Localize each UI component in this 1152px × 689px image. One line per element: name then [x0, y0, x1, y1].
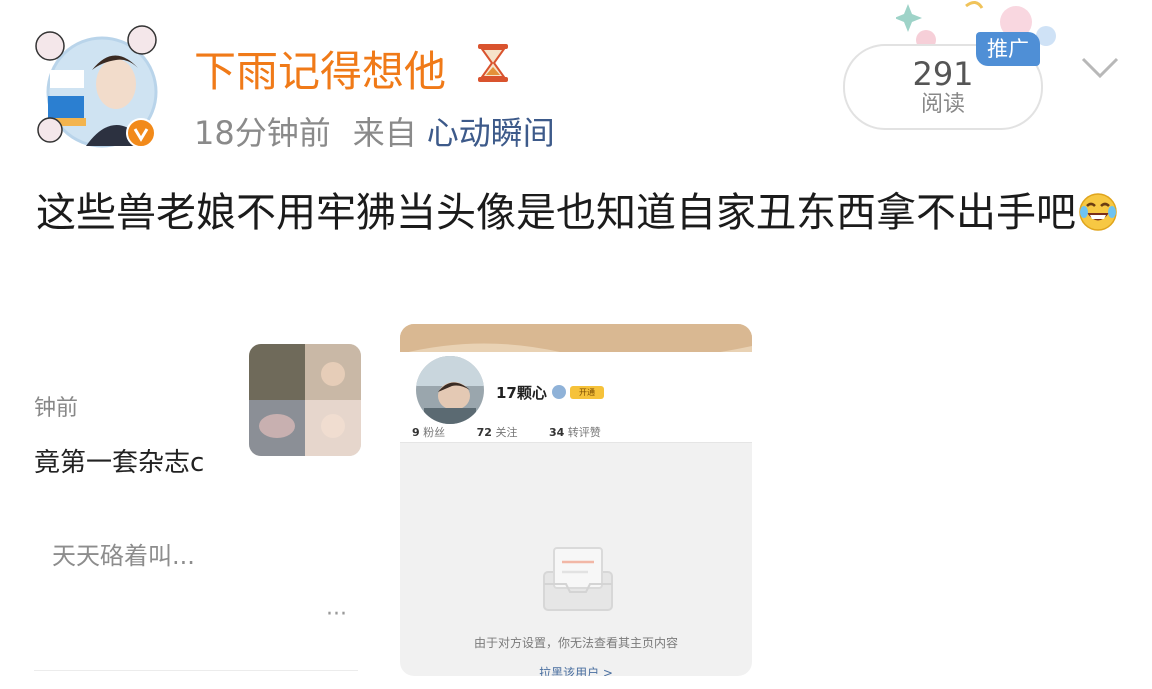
source-prefix: 来自 — [352, 114, 417, 152]
post-time: 18分钟前 — [194, 114, 331, 152]
stat-fans: 9 粉丝 — [412, 426, 446, 439]
left-comment: 天天硌着叫... — [52, 542, 195, 570]
left-text-fragment: 竟第一套杂志c — [34, 448, 205, 478]
left-thumbnail[interactable] — [249, 344, 361, 456]
laughing-emoji-icon — [1079, 193, 1117, 231]
more-icon[interactable]: ··· — [326, 602, 347, 627]
profile-stats: 9 粉丝 72 关注 34 转评赞 — [412, 424, 629, 440]
promo-badge: 推广 — [976, 32, 1040, 66]
avatar[interactable] — [30, 18, 160, 158]
left-screenshot[interactable]: 钟前 竟第一套杂志c 天天硌着叫... ··· — [0, 330, 376, 689]
empty-message: 由于对方设置，你无法查看其主页内容 — [473, 636, 678, 650]
block-user-link[interactable]: 拉黑该用户 > — [400, 664, 752, 676]
verified-icon — [126, 118, 156, 148]
profile-avatar-image — [416, 356, 484, 424]
hourglass-icon — [478, 44, 508, 82]
left-time-fragment: 钟前 — [34, 396, 79, 421]
thumbnail-image — [249, 344, 361, 456]
verified-badge-icon — [552, 385, 566, 399]
profile-avatar[interactable] — [414, 354, 486, 426]
profile-name: 17颗心 — [496, 384, 547, 402]
vip-badge[interactable]: 开通 — [570, 386, 604, 399]
stat-following: 72 关注 — [476, 426, 518, 439]
empty-box-icon — [543, 547, 613, 611]
source-link[interactable]: 心动瞬间 — [427, 114, 555, 152]
read-label: 阅读 — [920, 92, 965, 117]
post-meta: 18分钟前 来自 心动瞬间 — [194, 108, 577, 154]
divider — [400, 442, 752, 443]
post-text: 这些兽老娘不用牢狒当头像是也知道自家丑东西拿不出手吧 — [36, 186, 1126, 240]
divider — [34, 670, 358, 671]
chevron-down-icon[interactable] — [1080, 54, 1120, 80]
right-screenshot[interactable]: 17颗心 开通 9 粉丝 72 关注 34 转评赞 由于对方设置，你无法查看其主… — [400, 324, 752, 676]
username[interactable]: 下雨记得想他 — [194, 38, 446, 99]
post-text-content: 这些兽老娘不用牢狒当头像是也知道自家丑东西拿不出手吧 — [36, 190, 1076, 236]
stat-interactions: 34 转评赞 — [548, 426, 601, 439]
